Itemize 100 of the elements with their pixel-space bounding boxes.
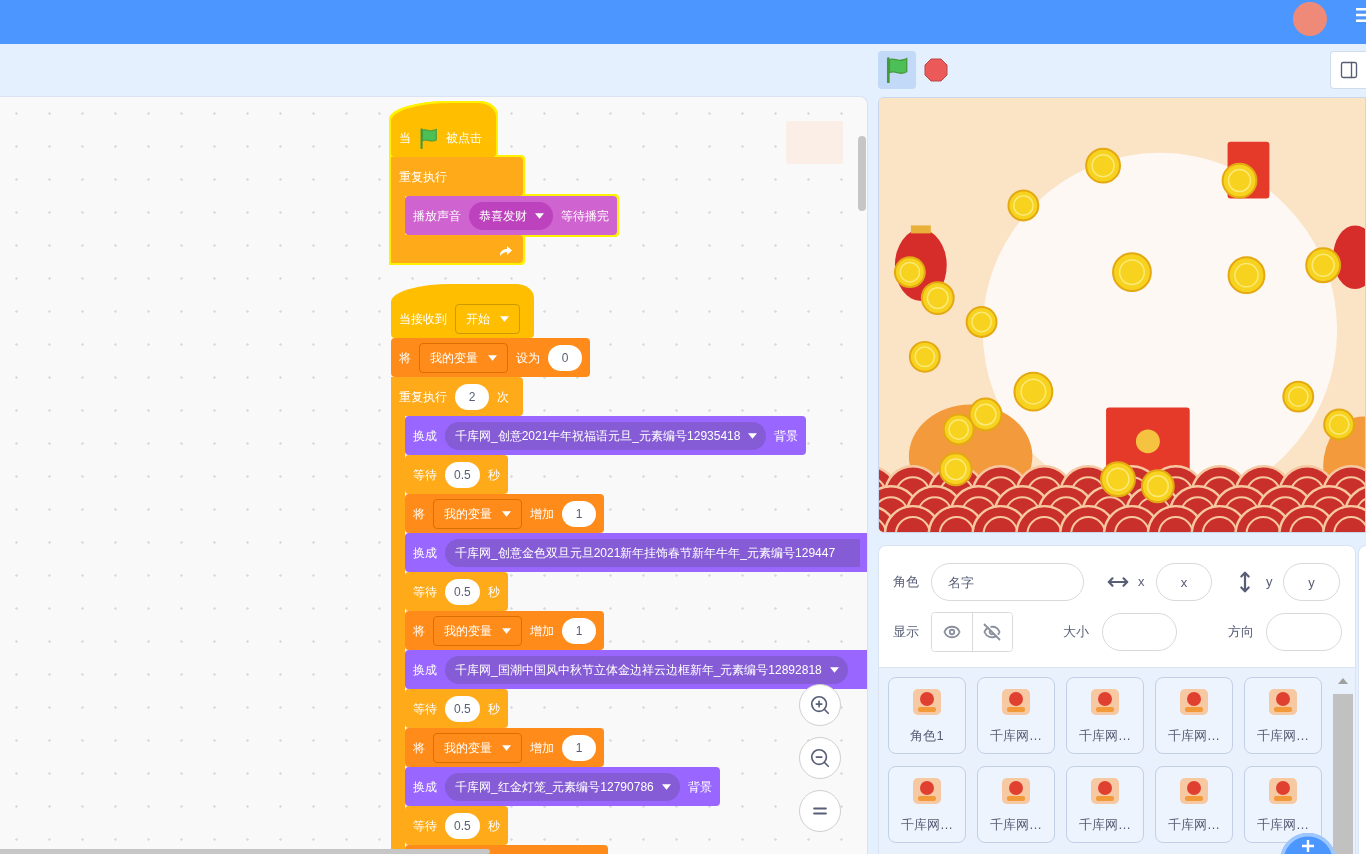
control-block[interactable]: 等待 0.5 秒: [405, 806, 508, 845]
show-sprite-button[interactable]: [932, 613, 973, 651]
up-triangle-icon[interactable]: [1338, 678, 1348, 684]
caret-icon: [502, 627, 511, 634]
number-input[interactable]: 0.5: [445, 812, 480, 839]
vertical-scrollbar[interactable]: [858, 136, 866, 211]
number-input[interactable]: 0: [548, 344, 582, 371]
x-label: x: [1138, 573, 1146, 592]
block-label: 将: [399, 350, 411, 365]
y-label: y: [1266, 573, 1274, 592]
small-stage-button[interactable]: [1330, 51, 1366, 89]
sprite-tile[interactable]: 千库网…: [977, 677, 1055, 754]
caret-icon: [661, 783, 671, 790]
block-label: 将: [413, 623, 425, 638]
sprite-tile[interactable]: 千库网…: [1244, 677, 1322, 754]
curved-arrow-icon: [499, 243, 513, 257]
number-input[interactable]: 0.5: [445, 461, 480, 488]
block-label: 重复执行: [399, 169, 447, 184]
eye-icon: [942, 623, 961, 641]
control-block[interactable]: 重复执行 播放声音 恭喜发财 等待播完: [391, 157, 617, 263]
block-label: 等待播完: [561, 208, 609, 223]
block-label: 增加: [530, 623, 554, 638]
number-input[interactable]: 2: [455, 383, 489, 410]
zoom-out-button[interactable]: [799, 737, 841, 779]
sprite-name: 千库网…: [1257, 817, 1309, 833]
control-block[interactable]: [391, 377, 867, 854]
block-label: 背景: [687, 779, 712, 794]
y-field[interactable]: y: [1283, 563, 1340, 601]
sound-block[interactable]: 播放声音 恭喜发财 等待播完: [405, 196, 617, 235]
block-dropdown[interactable]: 千库网_创意金色双旦元旦2021新年挂饰春节新年牛年_元素编号129447: [445, 538, 860, 567]
variable-block[interactable]: 将 我的变量 增加 1: [405, 494, 604, 533]
sprite-tile[interactable]: 千库网…: [1244, 766, 1322, 843]
sprite-name: 千库网…: [990, 728, 1042, 744]
sprite-tile[interactable]: 千库网…: [1155, 766, 1233, 843]
sprite-tile[interactable]: 千库网…: [888, 766, 966, 843]
sprite-tile[interactable]: 千库网…: [1066, 677, 1144, 754]
direction-field[interactable]: [1266, 613, 1342, 651]
variable-block[interactable]: 将 我的变量 设为 0: [391, 338, 590, 377]
direction-label: 方向: [1228, 623, 1255, 642]
block-dropdown[interactable]: 千库网_创意2021牛年祝福语元旦_元素编号12935418: [445, 421, 767, 450]
number-input[interactable]: 0.5: [445, 578, 480, 605]
looks-block[interactable]: 换成 千库网_创意金色双旦元旦2021新年挂饰春节新年牛年_元素编号129447: [405, 533, 867, 572]
sprite-name-field[interactable]: 名字: [931, 563, 1084, 601]
flag-icon: [419, 127, 438, 149]
looks-block[interactable]: 换成 千库网_国潮中国风中秋节立体金边祥云边框新年_元素编号12892818: [405, 650, 867, 689]
block-label: 等待: [413, 818, 437, 833]
caret-icon: [829, 666, 839, 673]
block-label: 换成: [413, 545, 437, 560]
sprite-tile[interactable]: 千库网…: [977, 766, 1055, 843]
sprite-list-scrollbar[interactable]: [1333, 694, 1353, 854]
number-input[interactable]: 1: [562, 500, 596, 527]
block-label: 增加: [530, 740, 554, 755]
sprite-name: 千库网…: [1168, 728, 1220, 744]
sprite-name: 千库网…: [990, 817, 1042, 833]
variable-block[interactable]: 将 我的变量 增加 1: [405, 728, 604, 767]
add-sprite-button[interactable]: [1280, 833, 1336, 854]
looks-block[interactable]: 换成 千库网_红金灯笼_元素编号12790786 背景: [405, 767, 720, 806]
block-label: 当: [399, 131, 411, 145]
block-label: 将: [413, 740, 425, 755]
stop-button[interactable]: [923, 57, 949, 83]
block-dropdown[interactable]: 千库网_国潮中国风中秋节立体金边祥云边框新年_元素编号12892818: [445, 655, 848, 684]
block-label: 秒: [487, 467, 500, 482]
size-field[interactable]: [1102, 613, 1177, 651]
control-block[interactable]: 等待 0.5 秒: [405, 455, 508, 494]
block-label: 等待: [413, 701, 437, 716]
number-input[interactable]: 0.5: [445, 695, 480, 722]
looks-block[interactable]: 换成 千库网_创意2021牛年祝福语元旦_元素编号12935418 背景: [405, 416, 807, 455]
block-label: 重复执行: [399, 389, 447, 404]
sprite-name: 千库网…: [901, 817, 953, 833]
caret-icon: [748, 432, 758, 439]
zoom-in-button[interactable]: [799, 684, 841, 726]
block-dropdown[interactable]: 恭喜发财: [469, 201, 553, 230]
control-block[interactable]: 等待 0.5 秒: [405, 572, 508, 611]
caret-icon: [500, 316, 509, 322]
caret-icon: [502, 744, 511, 751]
zoom-in-icon: [809, 694, 831, 716]
sprite-tile[interactable]: 千库网…: [1066, 766, 1144, 843]
sprite-name: 角色1: [910, 728, 944, 744]
caret-icon: [502, 510, 511, 517]
panel-icon: [1338, 60, 1359, 80]
sprite-tile[interactable]: 角色1: [888, 677, 966, 754]
reset-zoom-button[interactable]: [799, 790, 841, 832]
flag-button[interactable]: [878, 51, 916, 89]
variable-block[interactable]: 将 我的变量 增加 1: [405, 611, 604, 650]
x-field[interactable]: x: [1156, 563, 1212, 601]
block-label: 次: [497, 389, 509, 404]
block-label: 当接收到: [399, 312, 447, 326]
stop-icon: [924, 58, 948, 82]
block-label: 增加: [530, 506, 554, 521]
block-label: 等待: [413, 584, 437, 599]
block-label: 播放声音: [413, 208, 461, 223]
number-input[interactable]: 1: [562, 617, 596, 644]
sprite-tile[interactable]: 千库网…: [1155, 677, 1233, 754]
menu-icon[interactable]: [1356, 8, 1366, 22]
number-input[interactable]: 1: [562, 734, 596, 761]
block-dropdown[interactable]: 千库网_红金灯笼_元素编号12790786: [445, 772, 680, 801]
caret-icon: [488, 354, 497, 361]
horizontal-scrollbar[interactable]: [0, 849, 490, 854]
control-block[interactable]: 等待 0.5 秒: [405, 689, 508, 728]
block-label: 背景: [774, 428, 799, 443]
